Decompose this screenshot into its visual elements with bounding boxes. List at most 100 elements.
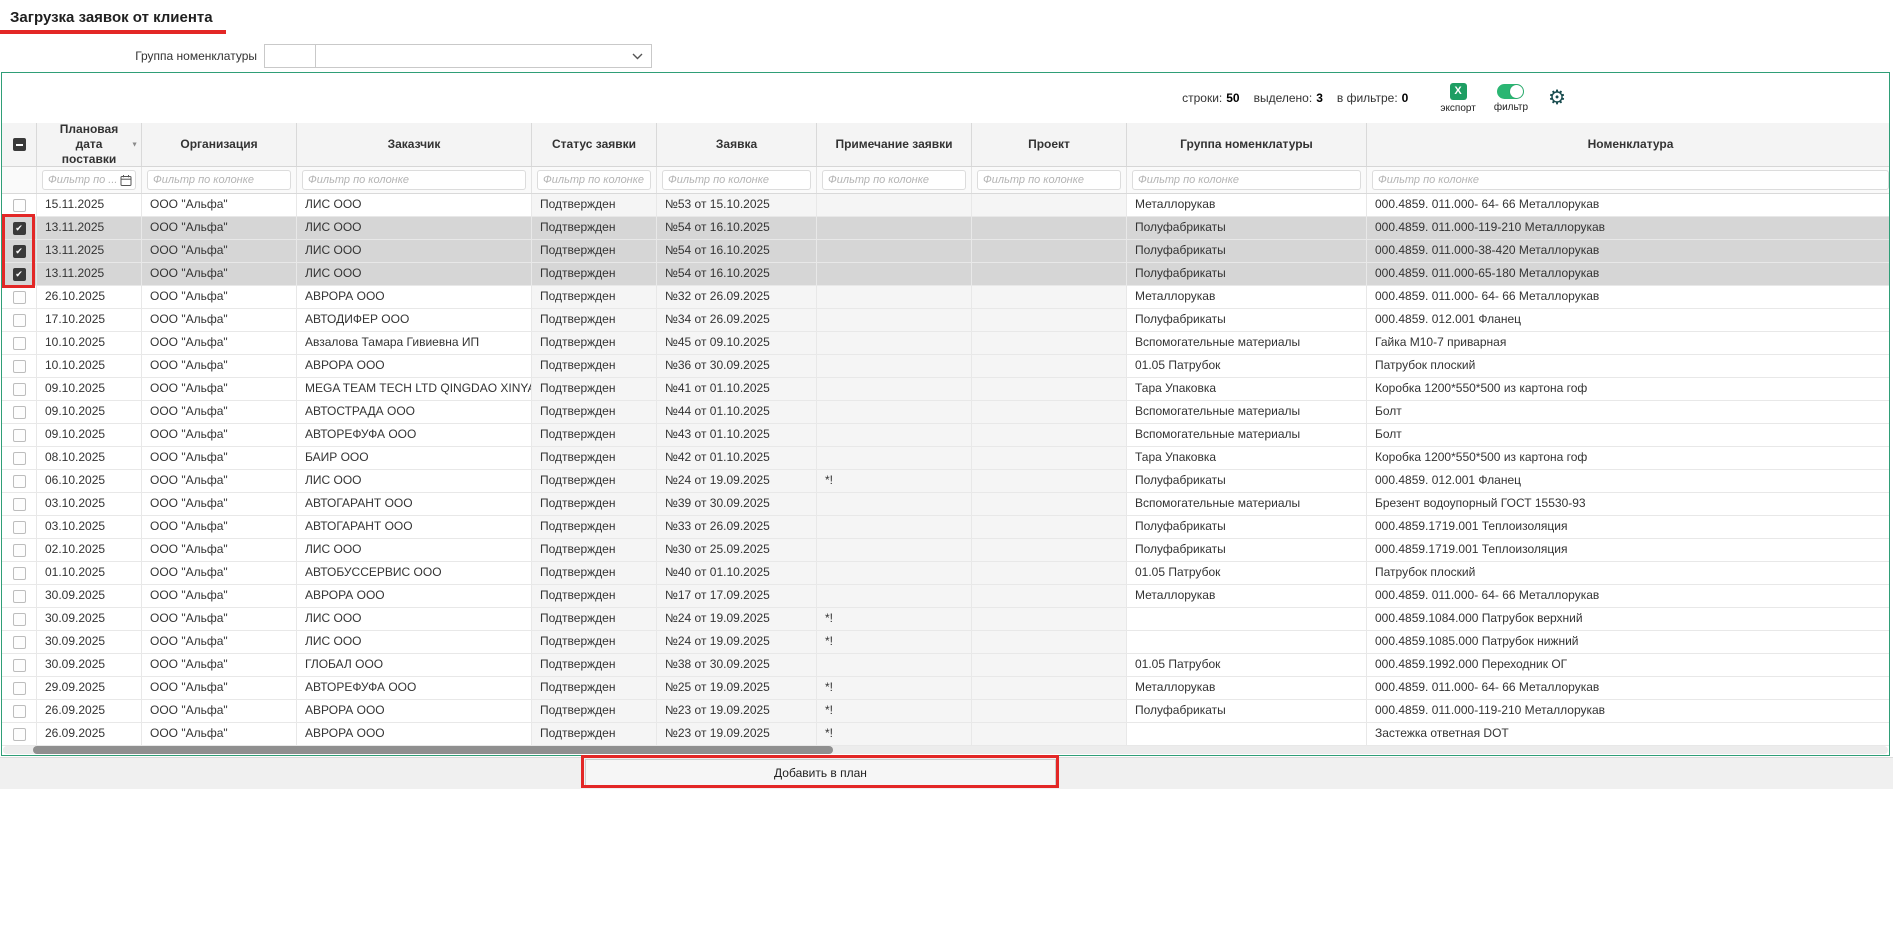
column-header-date[interactable]: Плановая дата поставки▼	[37, 123, 142, 166]
toggle-on-icon[interactable]	[1497, 84, 1524, 99]
row-checkbox[interactable]	[13, 682, 26, 695]
row-select-cell[interactable]	[2, 378, 37, 400]
row-select-cell[interactable]	[2, 470, 37, 492]
column-header-nomenclature[interactable]: Номенклатура	[1367, 123, 1893, 166]
row-checkbox[interactable]	[13, 498, 26, 511]
row-checkbox[interactable]	[13, 613, 26, 626]
column-header-status[interactable]: Статус заявки	[532, 123, 657, 166]
row-checkbox[interactable]	[13, 360, 26, 373]
row-select-cell[interactable]	[2, 355, 37, 377]
row-checkbox[interactable]	[13, 429, 26, 442]
nomenclature-group-select[interactable]	[315, 44, 652, 68]
column-header-org[interactable]: Организация	[142, 123, 297, 166]
calendar-icon[interactable]	[120, 174, 132, 192]
select-all-cell[interactable]	[2, 123, 37, 166]
row-select-cell[interactable]	[2, 424, 37, 446]
table-row[interactable]: 26.09.2025ООО "Альфа"АВРОРА ОООПодтвержд…	[2, 723, 1889, 746]
row-select-cell[interactable]	[2, 401, 37, 423]
row-checkbox[interactable]	[13, 406, 26, 419]
row-select-cell[interactable]	[2, 608, 37, 630]
row-checkbox[interactable]	[13, 291, 26, 304]
row-select-cell[interactable]	[2, 309, 37, 331]
row-checkbox[interactable]	[13, 475, 26, 488]
row-checkbox[interactable]: ✔	[13, 245, 26, 258]
horizontal-scrollbar-thumb[interactable]	[33, 746, 833, 754]
row-select-cell[interactable]	[2, 723, 37, 745]
select-all-checkbox[interactable]	[13, 138, 26, 151]
column-header-customer[interactable]: Заказчик	[297, 123, 532, 166]
row-select-cell[interactable]	[2, 332, 37, 354]
row-select-cell[interactable]	[2, 631, 37, 653]
row-select-cell[interactable]: ✔	[2, 263, 37, 285]
export-button[interactable]: X экспорт	[1440, 83, 1476, 114]
table-row[interactable]: 01.10.2025ООО "Альфа"АВТОБУССЕРВИС ОООПо…	[2, 562, 1889, 585]
table-row[interactable]: ✔13.11.2025ООО "Альфа"ЛИС ОООПодтвержден…	[2, 263, 1889, 286]
add-to-plan-button[interactable]: Добавить в план	[585, 759, 1056, 786]
row-checkbox[interactable]: ✔	[13, 268, 26, 281]
column-header-group[interactable]: Группа номенклатуры	[1127, 123, 1367, 166]
row-select-cell[interactable]	[2, 286, 37, 308]
row-select-cell[interactable]	[2, 562, 37, 584]
table-row[interactable]: ✔13.11.2025ООО "Альфа"ЛИС ОООПодтвержден…	[2, 240, 1889, 263]
table-row[interactable]: 30.09.2025ООО "Альфа"АВРОРА ОООПодтвержд…	[2, 585, 1889, 608]
column-header-note[interactable]: Примечание заявки	[817, 123, 972, 166]
filter-toggle[interactable]: фильтр	[1494, 84, 1528, 113]
filter-input-request[interactable]	[662, 170, 811, 190]
row-checkbox[interactable]	[13, 452, 26, 465]
sort-desc-icon[interactable]: ▼	[131, 141, 138, 148]
row-checkbox[interactable]	[13, 705, 26, 718]
nomenclature-group-code-input[interactable]	[264, 44, 316, 68]
horizontal-scrollbar-track[interactable]	[3, 746, 1888, 754]
gear-icon[interactable]: ⚙	[1548, 88, 1566, 108]
table-row[interactable]: 03.10.2025ООО "Альфа"АВТОГАРАНТ ОООПодтв…	[2, 493, 1889, 516]
table-row[interactable]: 08.10.2025ООО "Альфа"БАИР ОООПодтвержден…	[2, 447, 1889, 470]
column-header-request[interactable]: Заявка	[657, 123, 817, 166]
filter-input-project[interactable]	[977, 170, 1121, 190]
row-select-cell[interactable]	[2, 493, 37, 515]
row-select-cell[interactable]: ✔	[2, 217, 37, 239]
row-select-cell[interactable]	[2, 447, 37, 469]
filter-input-nomenclature[interactable]	[1372, 170, 1889, 190]
row-checkbox[interactable]: ✔	[13, 222, 26, 235]
row-checkbox[interactable]	[13, 567, 26, 580]
filter-input-group[interactable]	[1132, 170, 1361, 190]
row-checkbox[interactable]	[13, 314, 26, 327]
row-select-cell[interactable]	[2, 700, 37, 722]
table-row[interactable]: 10.10.2025ООО "Альфа"Авзалова Тамара Гив…	[2, 332, 1889, 355]
table-row[interactable]: 17.10.2025ООО "Альфа"АВТОДИФЕР ОООПодтве…	[2, 309, 1889, 332]
row-select-cell[interactable]: ✔	[2, 240, 37, 262]
row-select-cell[interactable]	[2, 516, 37, 538]
table-row[interactable]: 09.10.2025ООО "Альфа"MEGA TEAM TECH LTD …	[2, 378, 1889, 401]
table-row[interactable]: 29.09.2025ООО "Альфа"АВТОРЕФУФА ОООПодтв…	[2, 677, 1889, 700]
table-row[interactable]: 09.10.2025ООО "Альфа"АВТОСТРАДА ОООПодтв…	[2, 401, 1889, 424]
table-row[interactable]: 15.11.2025ООО "Альфа"ЛИС ОООПодтвержден№…	[2, 194, 1889, 217]
table-row[interactable]: 03.10.2025ООО "Альфа"АВТОГАРАНТ ОООПодтв…	[2, 516, 1889, 539]
row-select-cell[interactable]	[2, 194, 37, 216]
table-row[interactable]: 26.09.2025ООО "Альфа"АВРОРА ОООПодтвержд…	[2, 700, 1889, 723]
filter-input-customer[interactable]	[302, 170, 526, 190]
table-row[interactable]: 02.10.2025ООО "Альфа"ЛИС ОООПодтвержден№…	[2, 539, 1889, 562]
filter-input-status[interactable]	[537, 170, 651, 190]
table-row[interactable]: 06.10.2025ООО "Альфа"ЛИС ОООПодтвержден№…	[2, 470, 1889, 493]
row-checkbox[interactable]	[13, 544, 26, 557]
row-checkbox[interactable]	[13, 383, 26, 396]
table-row[interactable]: 30.09.2025ООО "Альфа"ЛИС ОООПодтвержден№…	[2, 631, 1889, 654]
column-header-project[interactable]: Проект	[972, 123, 1127, 166]
filter-input-org[interactable]	[147, 170, 291, 190]
row-select-cell[interactable]	[2, 585, 37, 607]
row-select-cell[interactable]	[2, 539, 37, 561]
row-checkbox[interactable]	[13, 199, 26, 212]
row-checkbox[interactable]	[13, 728, 26, 741]
row-checkbox[interactable]	[13, 636, 26, 649]
table-row[interactable]: ✔13.11.2025ООО "Альфа"ЛИС ОООПодтвержден…	[2, 217, 1889, 240]
row-checkbox[interactable]	[13, 590, 26, 603]
table-row[interactable]: 10.10.2025ООО "Альфа"АВРОРА ОООПодтвержд…	[2, 355, 1889, 378]
filter-input-note[interactable]	[822, 170, 966, 190]
row-select-cell[interactable]	[2, 654, 37, 676]
row-checkbox[interactable]	[13, 659, 26, 672]
row-select-cell[interactable]	[2, 677, 37, 699]
table-row[interactable]: 30.09.2025ООО "Альфа"ГЛОБАЛ ОООПодтвержд…	[2, 654, 1889, 677]
table-row[interactable]: 30.09.2025ООО "Альфа"ЛИС ОООПодтвержден№…	[2, 608, 1889, 631]
row-checkbox[interactable]	[13, 337, 26, 350]
table-row[interactable]: 26.10.2025ООО "Альфа"АВРОРА ОООПодтвержд…	[2, 286, 1889, 309]
